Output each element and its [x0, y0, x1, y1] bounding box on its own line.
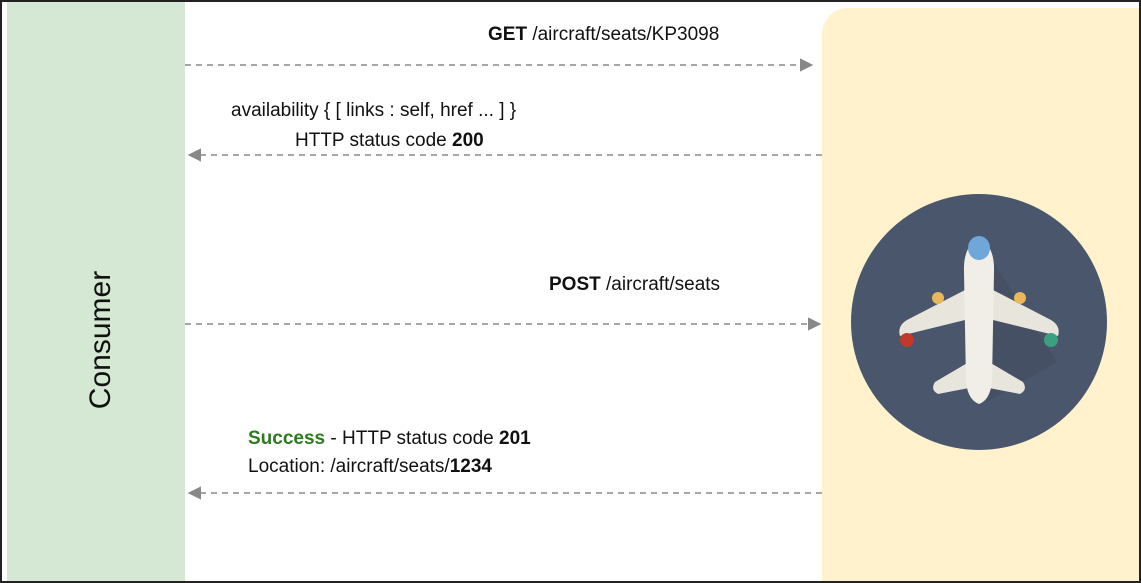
location-label: Location: /aircraft/seats/1234: [248, 456, 492, 478]
status201-label: Success - HTTP status code 201: [248, 428, 531, 450]
status200-prefix: HTTP status code: [295, 130, 452, 151]
get-path: /aircraft/seats/KP3098: [527, 24, 720, 45]
success-word: Success: [248, 428, 326, 449]
airplane-icon: [851, 194, 1107, 450]
status201-code: 201: [499, 428, 531, 449]
post-method: POST: [549, 274, 601, 295]
status200-code: 200: [452, 130, 484, 151]
location-prefix: Location: /aircraft/seats/: [248, 456, 450, 477]
diagram-frame: Consumer GET /aircraft/seats/KP3098 avai…: [0, 0, 1141, 583]
get-request-label: GET /aircraft/seats/KP3098: [488, 24, 719, 46]
post-path: /aircraft/seats: [600, 274, 721, 295]
post-request-label: POST /aircraft/seats: [549, 274, 720, 296]
availability-label: availability { [ links : self, href ... …: [231, 100, 517, 121]
status200-label: HTTP status code 200: [295, 130, 484, 152]
status201-prefix: - HTTP status code: [325, 428, 500, 449]
location-id: 1234: [449, 456, 492, 477]
get-method: GET: [488, 24, 528, 45]
